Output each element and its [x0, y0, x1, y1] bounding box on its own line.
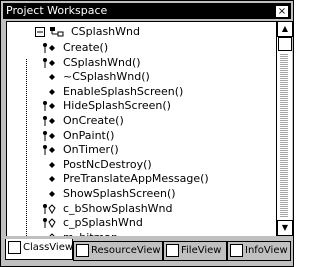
class-name-label: CSplashWnd [71, 25, 140, 38]
scroll-thumb[interactable] [278, 37, 292, 51]
member-label: PostNcDestroy() [63, 157, 152, 171]
tree-item-member[interactable]: PreTranslateAppMessage() [45, 171, 270, 187]
member-label: HideSplashScreen() [63, 99, 171, 113]
tab-label: ClassView [23, 242, 74, 253]
member-label: ShowSplashScreen() [63, 187, 176, 200]
tree-item-member[interactable]: PostNcDestroy() [45, 157, 270, 173]
collapse-icon[interactable] [35, 27, 45, 37]
project-workspace-window: Project Workspace × CSplashWnd Create() C… [0, 0, 294, 267]
member-label: PreTranslateAppMessage() [63, 172, 209, 186]
scroll-down-button[interactable]: ▼ [277, 220, 293, 236]
tree-item-member[interactable]: c_bShowSplashWnd [43, 201, 270, 217]
window-title: Project Workspace [6, 4, 108, 17]
infoview-icon [230, 243, 243, 257]
tree-item-member[interactable]: ~CSplashWnd() [45, 69, 270, 85]
scroll-up-button[interactable]: ▲ [277, 21, 293, 37]
resourceview-icon [76, 243, 89, 257]
workspace-tabs: ClassView ResourceView FileView InfoView [5, 239, 291, 263]
tree-item-member[interactable]: c_pSplashWnd [43, 215, 270, 231]
class-tree[interactable]: CSplashWnd Create() CSplashWnd() ~CSplashW… [6, 21, 277, 236]
member-label: c_bShowSplashWnd [63, 201, 173, 215]
member-label: OnPaint() [63, 128, 115, 142]
tab-classview[interactable]: ClassView [5, 239, 73, 260]
close-button[interactable]: × [275, 5, 289, 18]
member-label: c_pSplashWnd [63, 216, 143, 230]
member-label: ~CSplashWnd() [63, 70, 150, 84]
member-label: m_bitmap [63, 230, 118, 236]
member-label: OnCreate() [63, 114, 124, 127]
vertical-scrollbar[interactable]: ▲ ▼ [276, 21, 293, 236]
variable-icon [43, 232, 57, 236]
tree-item-member[interactable]: m_bitmap [45, 230, 270, 236]
member-label: OnTimer() [63, 143, 119, 157]
tab-label: FileView [181, 245, 222, 256]
tab-label: InfoView [245, 245, 288, 256]
tree-item-member[interactable]: OnCreate() [43, 113, 270, 129]
tree-item-member[interactable]: Create() [43, 40, 270, 56]
tree-item-class[interactable]: CSplashWnd [35, 24, 267, 40]
tree-item-member[interactable]: CSplashWnd() [43, 55, 270, 71]
tree-item-member[interactable]: ShowSplashScreen() [45, 186, 270, 202]
title-bar[interactable]: Project Workspace × [3, 3, 291, 19]
tab-resourceview[interactable]: ResourceView [73, 241, 163, 261]
scroll-track[interactable] [280, 53, 288, 217]
class-icon [50, 27, 64, 37]
classview-icon [8, 240, 21, 254]
tree-item-member[interactable]: HideSplashScreen() [43, 98, 270, 114]
member-label: EnableSplashScreen() [63, 84, 184, 98]
fileview-icon [166, 243, 179, 257]
tab-label: ResourceView [91, 245, 161, 256]
member-label: Create() [63, 41, 109, 54]
tree-item-member[interactable]: EnableSplashScreen() [45, 84, 270, 100]
tab-infoview[interactable]: InfoView [227, 241, 291, 261]
member-label: CSplashWnd() [63, 55, 141, 69]
tree-item-member[interactable]: OnTimer() [43, 142, 270, 158]
tree-guide-line [26, 58, 27, 236]
tree-item-member[interactable]: OnPaint() [43, 128, 270, 144]
tab-fileview[interactable]: FileView [163, 241, 227, 261]
